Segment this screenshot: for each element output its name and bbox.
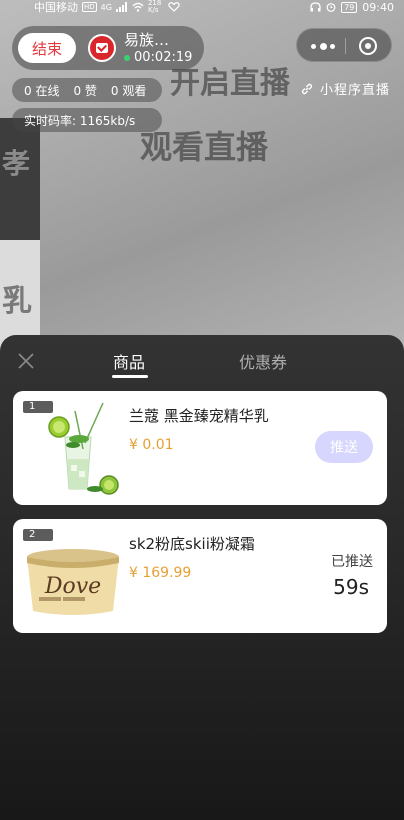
status-bar: 中国移动 HD 4G 218 K/s 79 09:40 bbox=[0, 0, 404, 14]
bitrate-text: 实时码率: 1165kb/s bbox=[24, 113, 136, 128]
alarm-icon bbox=[326, 3, 336, 12]
heart-monitor-icon bbox=[168, 2, 180, 12]
like-count: 0 赞 bbox=[73, 83, 97, 98]
svg-text:Dove: Dove bbox=[44, 574, 101, 599]
live-indicator-dot bbox=[124, 54, 130, 61]
tab-coupons[interactable]: 优惠券 bbox=[239, 349, 287, 373]
end-live-button[interactable]: 结束 bbox=[18, 33, 76, 63]
product-image: Dove bbox=[23, 527, 123, 625]
view-count: 0 观看 bbox=[110, 83, 147, 98]
product-card[interactable]: 1 兰蔻 黑金臻宠精华乳 ¥ 0.01 推送 bbox=[13, 391, 387, 505]
mini-program-live-label: 小程序直播 bbox=[319, 83, 390, 98]
online-count: 0 在线 bbox=[24, 83, 60, 98]
push-button[interactable]: 推送 bbox=[315, 431, 373, 463]
goods-panel: 商品 优惠券 1 兰蔻 黑金臻宠精华乳 ¥ 0.01 推送 2 Dove sk2… bbox=[0, 335, 404, 820]
close-icon[interactable] bbox=[16, 351, 36, 371]
camera-text: 孝 bbox=[2, 147, 31, 180]
mini-program-capsule bbox=[296, 28, 392, 62]
camera-text: 观看直播 bbox=[140, 128, 269, 166]
bitrate-indicator: 实时码率: 1165kb/s bbox=[12, 108, 162, 132]
product-index-badge: 2 bbox=[23, 529, 53, 541]
battery-icon: 79 bbox=[341, 1, 358, 13]
mini-program-live-link[interactable]: 小程序直播 bbox=[300, 79, 390, 98]
product-title: 兰蔻 黑金臻宠精华乳 bbox=[129, 407, 269, 425]
headphones-icon bbox=[310, 2, 321, 12]
more-icon[interactable] bbox=[311, 38, 335, 54]
clock: 09:40 bbox=[362, 0, 394, 14]
product-title: sk2粉底skii粉凝霜 bbox=[129, 535, 255, 553]
host-name: 易族… bbox=[124, 31, 170, 49]
network-label: 4G bbox=[100, 2, 112, 12]
hd-badge: HD bbox=[82, 2, 97, 12]
host-info-pill: 结束 易族… 00:02:19 bbox=[12, 26, 204, 70]
close-mini-program-icon[interactable] bbox=[359, 37, 377, 55]
pushed-status: 已推送 bbox=[331, 554, 373, 570]
product-price: ¥ 0.01 bbox=[129, 437, 174, 453]
active-tab-indicator bbox=[112, 375, 148, 378]
product-index-badge: 1 bbox=[23, 401, 53, 413]
product-price: ¥ 169.99 bbox=[129, 565, 192, 581]
product-card[interactable]: 2 Dove sk2粉底skii粉凝霜 ¥ 169.99 已推送 59s bbox=[13, 519, 387, 633]
live-duration: 00:02:19 bbox=[124, 50, 192, 65]
tab-goods[interactable]: 商品 bbox=[113, 349, 145, 373]
live-stats: 0 在线 0 赞 0 观看 bbox=[12, 78, 162, 102]
live-duration-text: 00:02:19 bbox=[134, 50, 193, 65]
push-countdown: 59s bbox=[333, 575, 369, 599]
capsule-divider bbox=[345, 38, 346, 54]
signal-icon bbox=[115, 2, 127, 12]
link-icon bbox=[301, 83, 313, 94]
network-speed: 218 K/s bbox=[147, 0, 162, 14]
shop-logo-icon bbox=[96, 43, 108, 53]
camera-text: 乳 bbox=[2, 284, 32, 319]
wifi-icon bbox=[132, 2, 144, 12]
carrier-label: 中国移动 bbox=[34, 1, 78, 14]
avatar[interactable] bbox=[88, 34, 116, 62]
product-image bbox=[23, 399, 123, 497]
